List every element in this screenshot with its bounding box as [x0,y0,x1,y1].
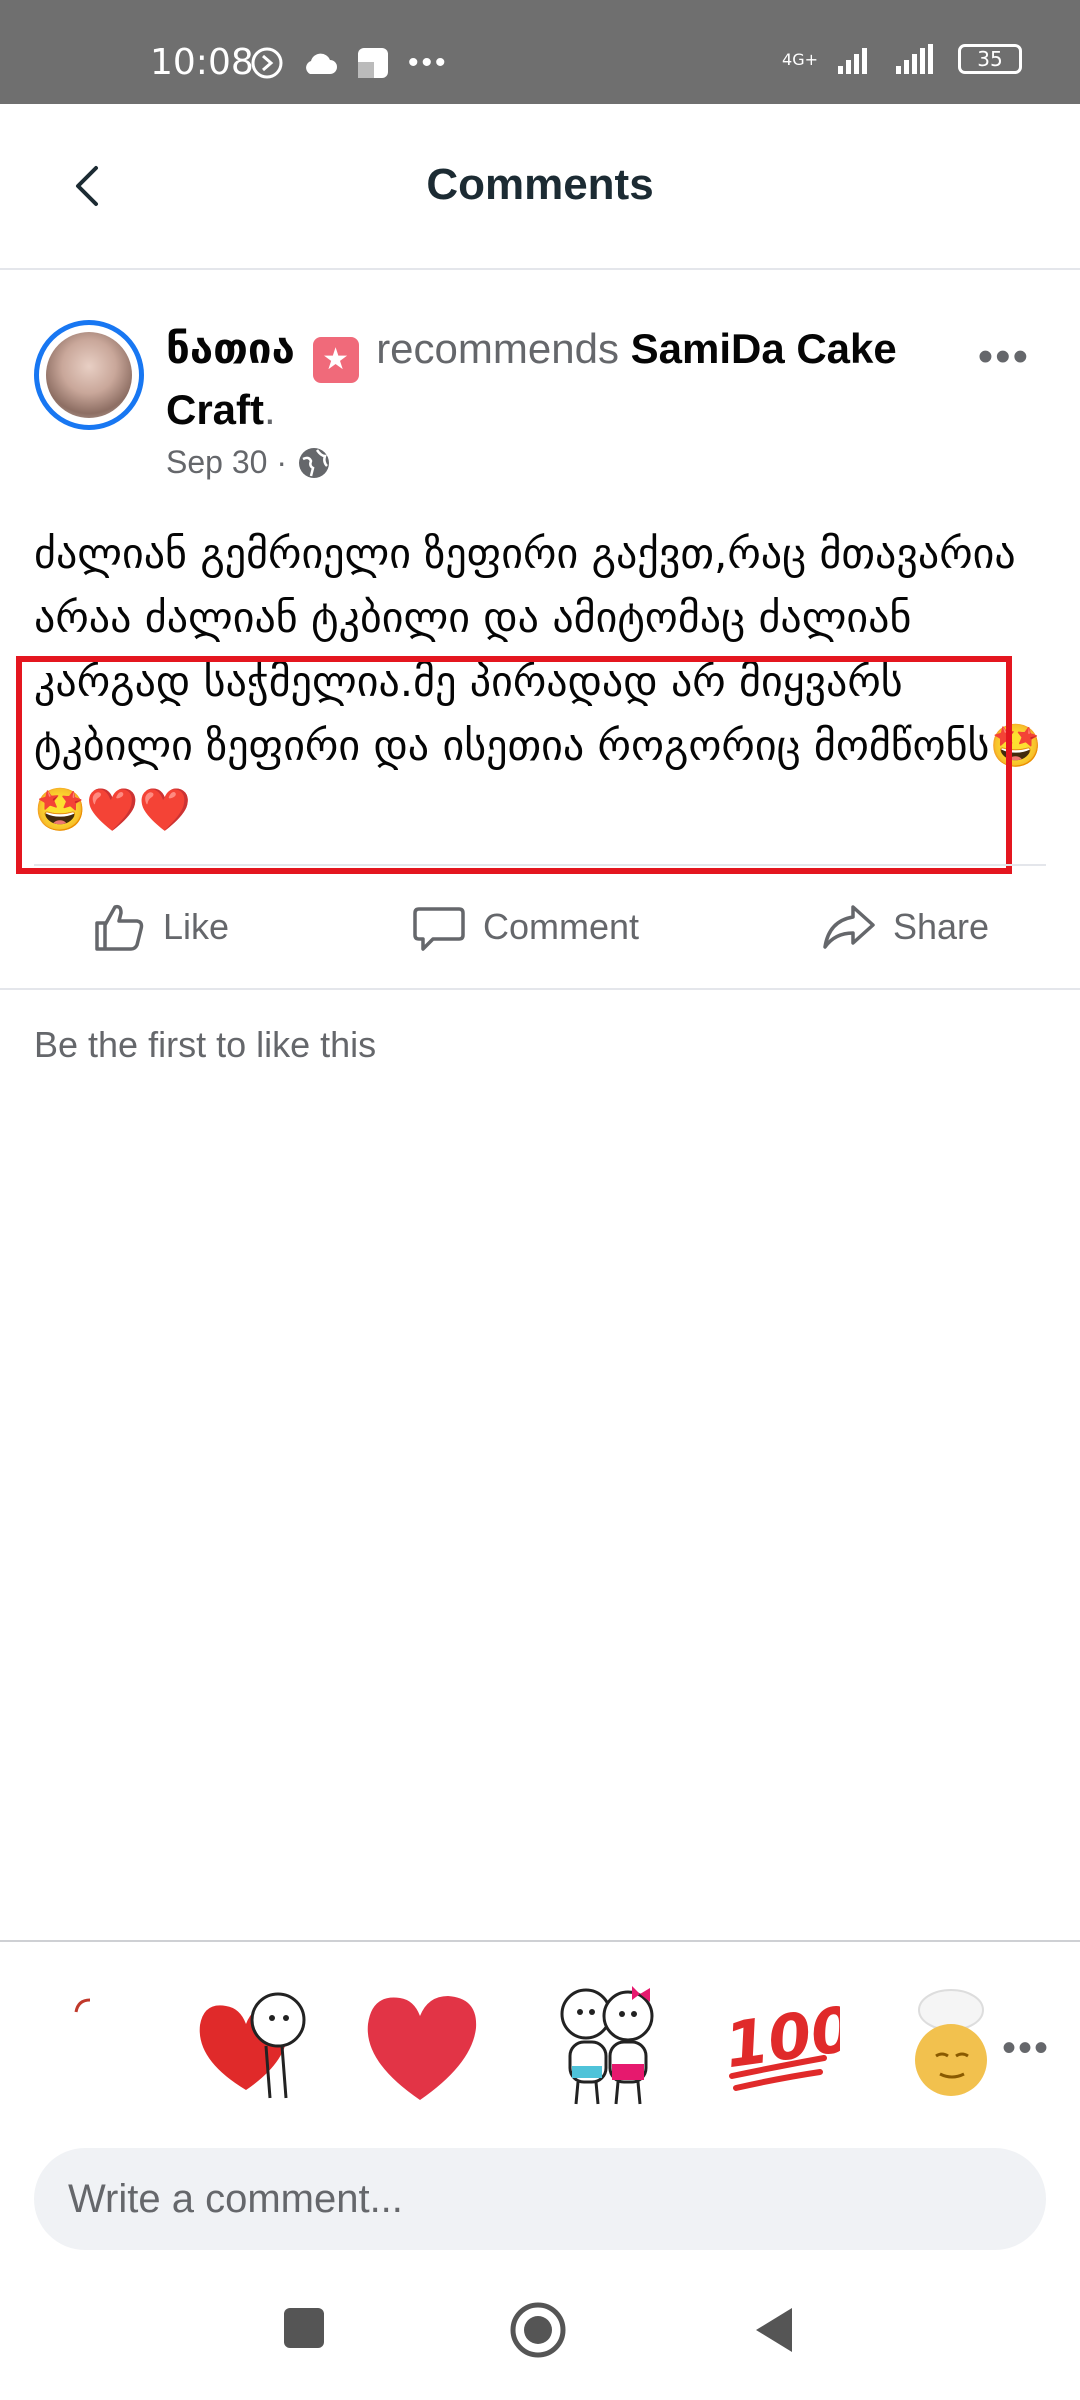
chef-sticker-icon[interactable] [906,1980,996,2110]
signal-icon [838,48,867,74]
thumbs-up-icon [95,904,144,951]
comment-button[interactable]: Comment [411,899,639,955]
page-title: Comments [426,160,654,209]
sticker-bar: 100 ••• [0,1940,1080,2140]
like-button[interactable]: Like [91,899,229,955]
divider [0,988,1080,990]
notification-icon [251,47,283,79]
red-heart-sticker-icon[interactable] [356,1980,486,2110]
back-nav-icon[interactable] [752,2306,796,2354]
post-header-line: ნათია ★ recommends SamiDa Cake Craft. [166,322,966,437]
signal-icon-2 [896,44,933,74]
globe-icon [298,447,329,478]
share-icon [823,905,875,949]
comment-input[interactable]: Write a comment... [34,2148,1046,2250]
highlight-box [16,656,1012,874]
heart-hug-sticker-icon[interactable] [186,1980,316,2110]
status-time: 10:08 [150,42,254,83]
post-actions: Like Comment Share [0,866,1080,988]
app-icon [358,48,388,78]
status-notification-icons: ••• [250,46,449,80]
comments-header: Comments [0,104,1080,270]
hundred-points-sticker-icon[interactable]: 100 [720,1980,840,2110]
share-label: Share [892,906,990,947]
author-name[interactable]: ნათია [166,324,295,373]
like-label: Like [162,906,230,947]
loading-sticker-icon[interactable] [70,1992,110,2032]
hugging-couple-sticker-icon[interactable] [552,1980,662,2110]
page-suffix: . [264,386,276,433]
recent-apps-icon[interactable] [282,2306,326,2350]
post-date[interactable]: Sep 30 · [166,444,287,481]
system-nav-bar [0,2270,1080,2400]
home-icon[interactable] [508,2300,568,2360]
status-bar: 10:08 ••• 4G+ 35 [0,0,1080,104]
cloud-icon [306,53,337,74]
avatar-photo [46,332,132,418]
network-type: 4G+ [782,49,818,69]
status-system-icons: 4G+ 35 [782,44,1022,74]
more-notifications-icon: ••• [408,46,449,79]
battery-icon: 35 [958,44,1022,74]
more-stickers-icon[interactable]: ••• [1002,2026,1050,2071]
post-meta: Sep 30 · [166,444,331,481]
comment-icon [413,907,465,951]
recommendation-badge-icon: ★ [312,337,359,383]
likes-summary: Be the first to like this [34,1024,377,1065]
share-button[interactable]: Share [821,899,989,955]
recommends-text: recommends [376,325,631,372]
comment-label: Comment [482,906,639,947]
more-options-icon[interactable]: ••• [978,332,1030,382]
avatar[interactable] [34,320,144,430]
